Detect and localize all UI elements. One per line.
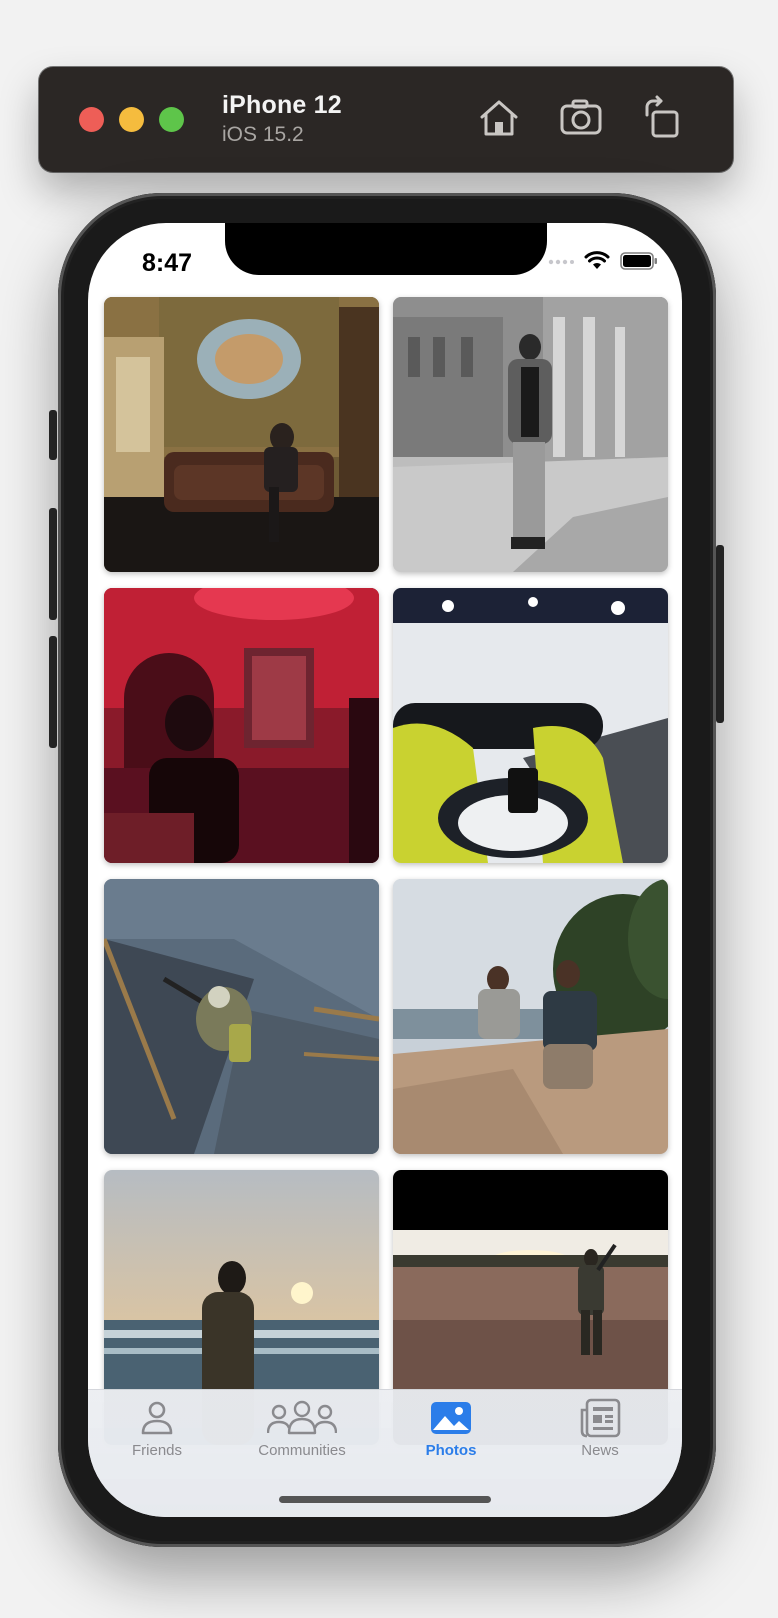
cellular-signal-icon [548,259,574,265]
photo-cell[interactable] [393,879,668,1154]
rotate-button[interactable] [639,95,685,141]
power-button [716,545,724,723]
close-window-button[interactable] [79,107,104,132]
photo-cell[interactable] [393,588,668,863]
status-icons [548,251,658,271]
photo-grid [104,297,668,1445]
volume-up-button [49,508,57,620]
photo-cell[interactable] [104,588,379,863]
photo-image [393,879,668,1154]
screenshot-button[interactable] [558,95,604,141]
photo-image [104,297,379,572]
photo-cell[interactable] [393,297,668,572]
simulator-title-bar: iPhone 12 iOS 15.2 [39,67,733,172]
screenshot-icon [560,99,602,135]
photo-cell[interactable] [104,879,379,1154]
home-indicator [279,1496,491,1503]
rotate-icon [645,95,679,138]
photo-image [104,879,379,1154]
volume-down-button [49,636,57,748]
person-icon [141,1401,173,1435]
tab-communities-label: Communities [258,1442,346,1459]
device-screen: 8:47 Friends Communities Photos News [88,223,682,1517]
newspaper-icon [580,1398,621,1438]
tab-communities[interactable]: Communities [237,1398,367,1459]
battery-icon [620,252,657,270]
notch [225,223,547,275]
photo-image [393,297,668,572]
photo-image [104,588,379,863]
wifi-icon [584,251,610,269]
os-version: iOS 15.2 [222,123,304,146]
photo-cell[interactable] [104,297,379,572]
device-name: iPhone 12 [222,91,342,119]
silent-switch [49,410,57,460]
tab-photos[interactable]: Photos [386,1398,516,1459]
tab-news-label: News [581,1442,619,1459]
tab-news[interactable]: News [535,1398,665,1459]
home-button[interactable] [476,95,522,141]
home-icon [480,100,518,136]
minimize-window-button[interactable] [119,107,144,132]
tab-photos-label: Photos [425,1442,477,1459]
zoom-window-button[interactable] [159,107,184,132]
group-icon [267,1400,337,1435]
photo-icon [431,1402,471,1434]
photo-image [393,588,668,863]
tab-friends-label: Friends [131,1442,183,1459]
tab-friends[interactable]: Friends [92,1398,222,1459]
status-time: 8:47 [142,249,193,277]
